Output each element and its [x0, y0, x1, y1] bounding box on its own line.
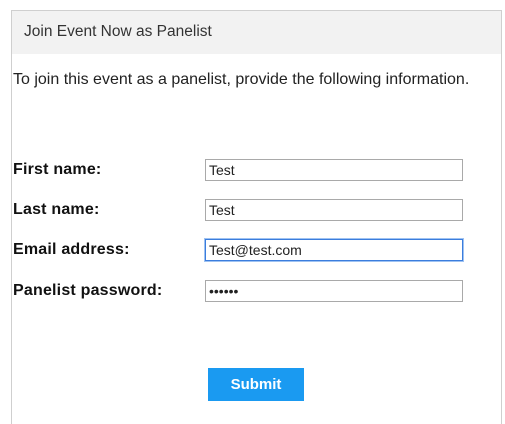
first-name-label: First name: [13, 161, 102, 178]
last-name-field[interactable] [205, 199, 463, 221]
last-name-label: Last name: [13, 201, 100, 218]
dialog-header: Join Event Now as Panelist [12, 11, 501, 54]
password-row: Panelist password: [13, 280, 483, 302]
email-label: Email address: [13, 241, 130, 258]
email-field[interactable] [205, 239, 463, 261]
intro-text: To join this event as a panelist, provid… [13, 71, 470, 88]
dialog-title: Join Event Now as Panelist [24, 23, 212, 40]
password-field[interactable] [205, 280, 463, 302]
password-label: Panelist password: [13, 282, 163, 299]
first-name-field[interactable] [205, 159, 463, 181]
first-name-row: First name: [13, 159, 483, 181]
email-row: Email address: [13, 239, 483, 261]
last-name-row: Last name: [13, 199, 483, 221]
submit-button[interactable]: Submit [208, 368, 304, 401]
